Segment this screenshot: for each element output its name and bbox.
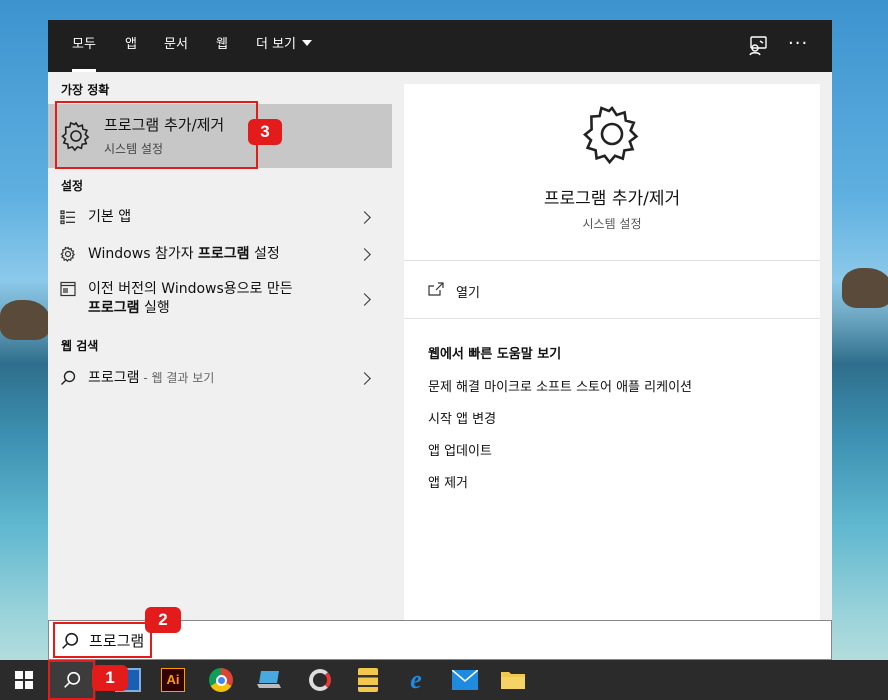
web-search-label: 프로그램 - 웹 결과 보기 <box>88 369 214 388</box>
folder-app[interactable] <box>489 660 537 700</box>
list-item-web-search[interactable]: 프로그램 - 웹 결과 보기 <box>48 360 392 396</box>
taskbar: Ai e <box>0 660 888 700</box>
chevron-right-icon[interactable] <box>358 211 371 224</box>
highlight-box-search <box>53 622 152 658</box>
compat-run-bold: 프로그램 <box>88 300 140 316</box>
highlight-box-taskbar-search <box>48 660 95 700</box>
gear-icon <box>60 246 76 262</box>
edge-icon: e <box>410 665 422 694</box>
illustrator-app[interactable]: Ai <box>149 660 197 700</box>
tab-documents[interactable]: 문서 <box>164 20 188 72</box>
tab-apps-label: 앱 <box>125 37 137 52</box>
list-item-default-apps[interactable]: 기본 앱 <box>48 200 392 234</box>
step-badge-1: 1 <box>92 665 128 691</box>
folder-icon <box>501 672 525 689</box>
edge-app[interactable]: e <box>392 660 440 700</box>
open-label: 열기 <box>456 286 480 301</box>
tab-web-label: 웹 <box>216 37 228 52</box>
tab-documents-label: 문서 <box>164 37 188 52</box>
windows-start-icon <box>15 671 33 689</box>
web-search-suffix: - 웹 결과 보기 <box>139 371 215 385</box>
chevron-down-icon <box>302 40 313 46</box>
help-link[interactable]: 앱 제거 <box>428 472 468 491</box>
feedback-icon[interactable] <box>746 34 770 58</box>
chrome-icon <box>209 668 233 692</box>
tab-more-label: 더 보기 <box>256 37 297 52</box>
laptop-icon <box>257 671 281 688</box>
disk-app[interactable] <box>296 660 344 700</box>
archive-app[interactable] <box>344 660 392 700</box>
section-best-match: 가장 정확 <box>61 83 110 97</box>
archive-icon <box>358 668 378 692</box>
list-item-compat-run[interactable]: 이전 버전의 Windows용으로 만든 프로그램 실행 <box>48 276 392 322</box>
tab-all[interactable]: 모두 <box>72 20 96 72</box>
highlight-box-best-match <box>55 101 258 169</box>
web-help-title: 웹에서 빠른 도움말 보기 <box>428 347 562 362</box>
chevron-right-icon[interactable] <box>358 372 371 385</box>
list-icon <box>60 210 75 225</box>
divider <box>404 260 820 261</box>
more-icon[interactable]: ··· <box>788 33 812 57</box>
step-badge-2: 2 <box>145 607 181 633</box>
search-icon <box>61 370 76 385</box>
compat-run-label: 이전 버전의 Windows용으로 만든 프로그램 실행 <box>88 280 293 318</box>
tab-apps[interactable]: 앱 <box>125 20 137 72</box>
section-web-search: 웹 검색 <box>61 339 99 353</box>
divider <box>404 318 820 319</box>
insider-text-pre: Windows 참가자 <box>88 246 199 262</box>
mail-app[interactable] <box>441 660 489 700</box>
list-item-insider-program[interactable]: Windows 참가자 프로그램 설정 <box>48 237 392 271</box>
chevron-right-icon[interactable] <box>358 248 371 261</box>
insider-program-label: Windows 참가자 프로그램 설정 <box>88 245 280 264</box>
tab-web[interactable]: 웹 <box>216 20 228 72</box>
insider-text-bold: 프로그램 <box>198 246 250 262</box>
tab-more[interactable]: 더 보기 <box>256 20 313 72</box>
compat-run-line2: 프로그램 실행 <box>88 299 293 318</box>
tab-all-label: 모두 <box>72 37 96 52</box>
preview-pane: 프로그램 추가/제거 시스템 설정 열기 웹에서 빠른 도움말 보기 문제 해결… <box>404 84 820 620</box>
chrome-app[interactable] <box>197 660 245 700</box>
web-search-query: 프로그램 <box>88 370 140 386</box>
help-link[interactable]: 앱 업데이트 <box>428 440 492 459</box>
preview-title: 프로그램 추가/제거 <box>543 189 681 209</box>
chevron-right-icon[interactable] <box>358 293 371 306</box>
start-button[interactable] <box>0 660 48 700</box>
desktop-rock-right <box>842 268 888 308</box>
desktop-rock-left <box>0 300 50 340</box>
laptop-app[interactable] <box>245 660 293 700</box>
search-filter-bar: 모두 앱 문서 웹 더 보기 ··· <box>48 20 832 72</box>
default-apps-label: 기본 앱 <box>88 209 132 225</box>
compat-run-post: 실행 <box>139 300 170 316</box>
section-settings: 설정 <box>61 179 84 193</box>
mail-icon <box>452 670 478 690</box>
help-link[interactable]: 시작 앱 변경 <box>428 408 496 427</box>
compat-window-icon <box>60 281 76 297</box>
disk-icon <box>309 669 331 691</box>
step-badge-3: 3 <box>248 119 282 145</box>
open-icon <box>428 282 444 296</box>
compat-run-line1: 이전 버전의 Windows용으로 만든 <box>88 281 293 297</box>
illustrator-icon: Ai <box>161 668 185 692</box>
gear-icon <box>583 105 639 165</box>
insider-text-post: 설정 <box>249 246 280 262</box>
help-link[interactable]: 문제 해결 마이크로 소프트 스토어 애플 리케이션 <box>428 376 692 395</box>
preview-subtitle: 시스템 설정 <box>582 217 642 231</box>
